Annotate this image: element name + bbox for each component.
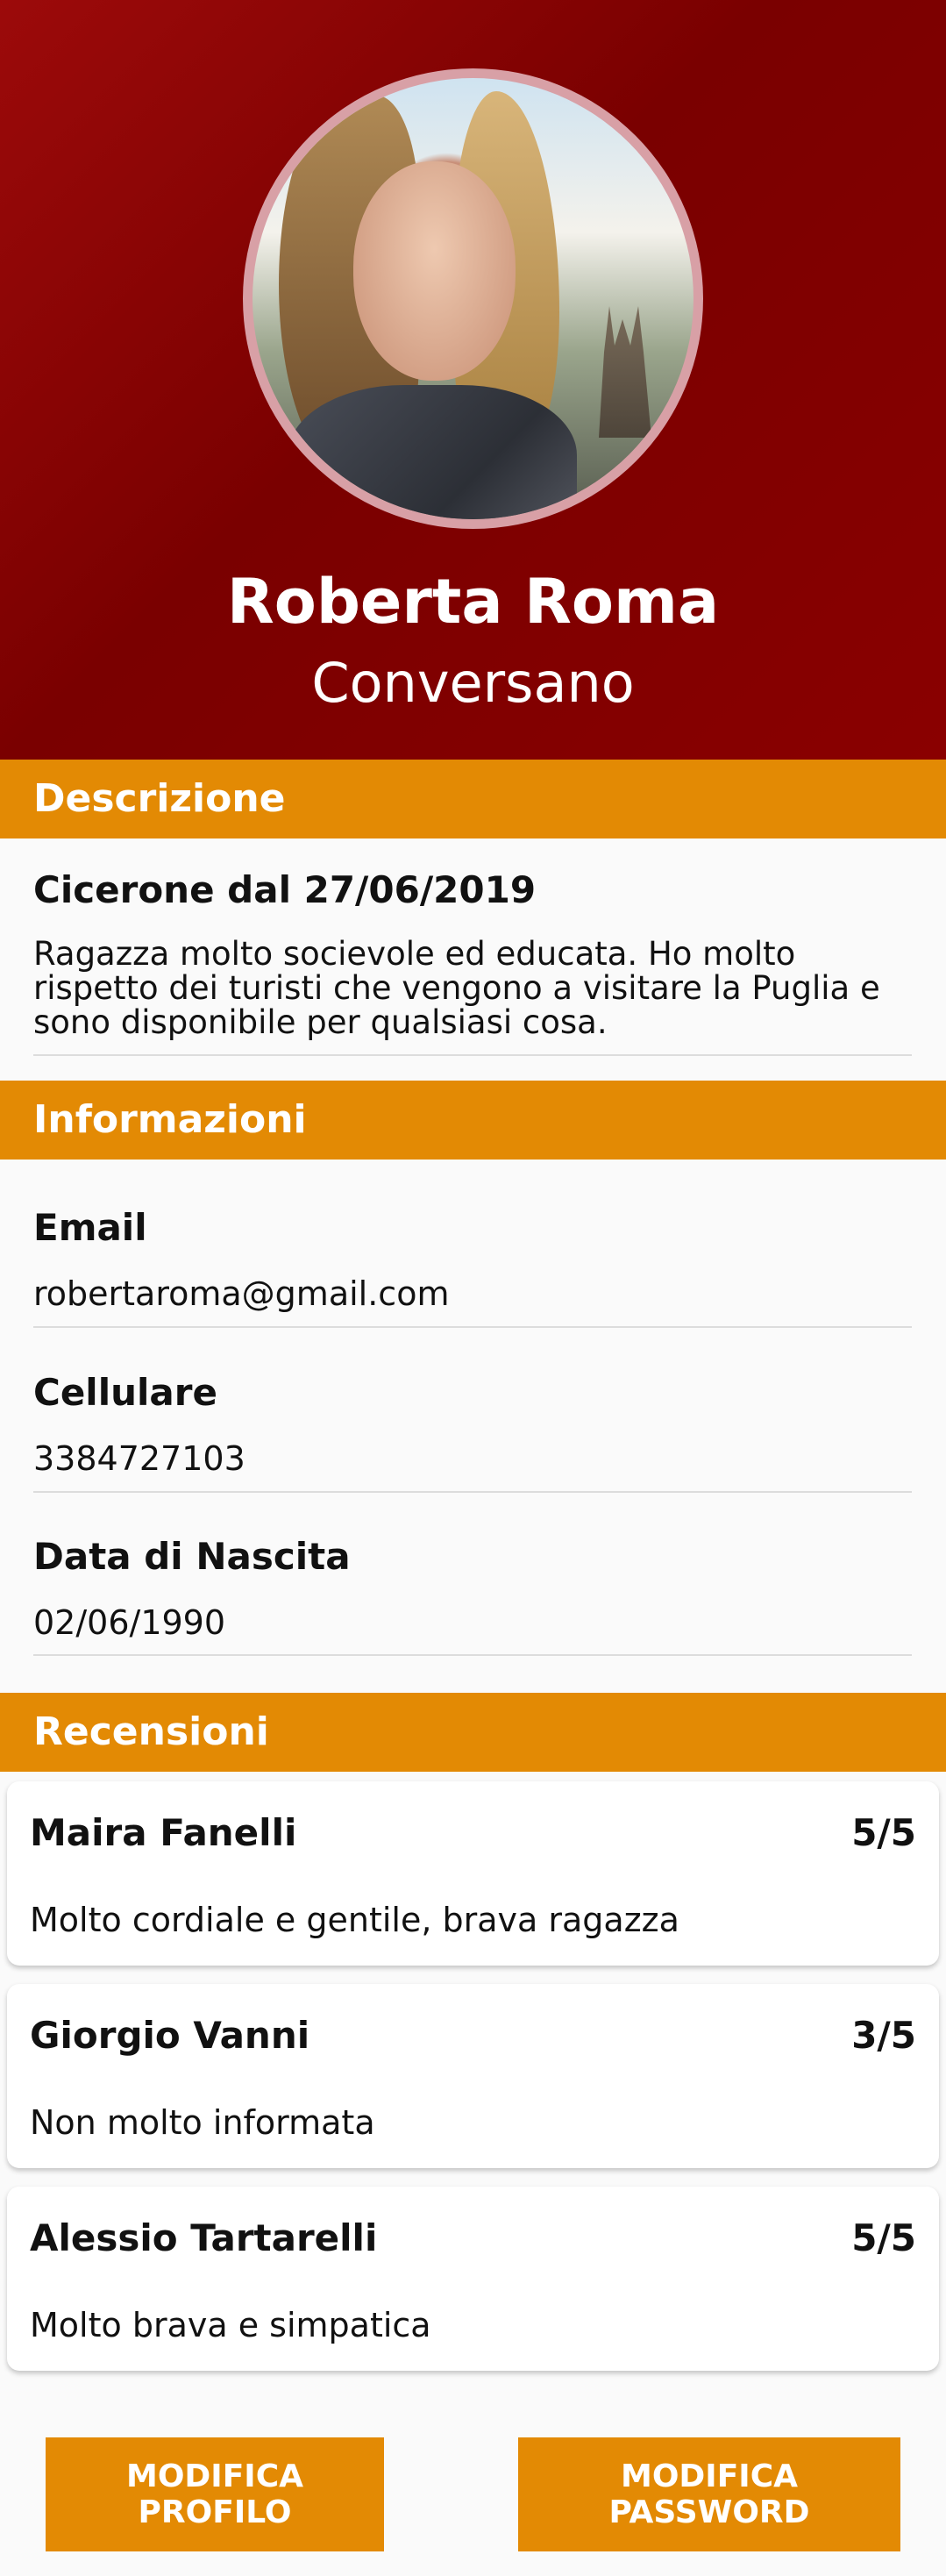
email-label: Email (33, 1206, 147, 1249)
review-card[interactable]: Maira Fanelli 5/5 Molto cordiale e genti… (7, 1781, 939, 1966)
edit-password-button[interactable]: MODIFICA PASSWORD (518, 2437, 900, 2551)
phone-label: Cellulare (33, 1371, 217, 1414)
phone-value[interactable]: 3384727103 (33, 1439, 245, 1478)
review-text: Molto cordiale e gentile, brava ragazza (30, 1901, 679, 1939)
profile-name: Roberta Roma (226, 566, 720, 638)
review-text: Molto brava e simpatica (30, 2306, 431, 2344)
review-score: 5/5 (851, 1811, 916, 1854)
birth-label: Data di Nascita (33, 1535, 351, 1578)
description-section-title: Descrizione (0, 760, 946, 838)
edit-profile-button[interactable]: MODIFICA PROFILO (46, 2437, 384, 2551)
review-card[interactable]: Alessio Tartarelli 5/5 Molto brava e sim… (7, 2187, 939, 2371)
divider (33, 1654, 912, 1656)
cicerone-since: Cicerone dal 27/06/2019 (33, 868, 537, 911)
divider (33, 1491, 912, 1493)
info-section-title: Informazioni (0, 1081, 946, 1160)
email-value[interactable]: robertaroma@gmail.com (33, 1274, 449, 1313)
review-score: 3/5 (851, 2014, 916, 2057)
review-text: Non molto informata (30, 2103, 375, 2142)
review-author: Alessio Tartarelli (30, 2216, 378, 2259)
avatar[interactable] (243, 68, 703, 529)
reviews-section-title: Recensioni (0, 1693, 946, 1772)
profile-header: Roberta Roma Conversano (0, 0, 946, 760)
profile-city: Conversano (311, 651, 635, 715)
description-text: Ragazza molto socievole ed educata. Ho m… (33, 935, 880, 1041)
birth-value: 02/06/1990 (33, 1603, 226, 1642)
review-card[interactable]: Giorgio Vanni 3/5 Non molto informata (7, 1984, 939, 2168)
avatar-photo (253, 78, 693, 519)
review-author: Maira Fanelli (30, 1811, 297, 1854)
review-author: Giorgio Vanni (30, 2014, 310, 2057)
review-score: 5/5 (851, 2216, 916, 2259)
divider (33, 1054, 912, 1056)
divider (33, 1326, 912, 1328)
